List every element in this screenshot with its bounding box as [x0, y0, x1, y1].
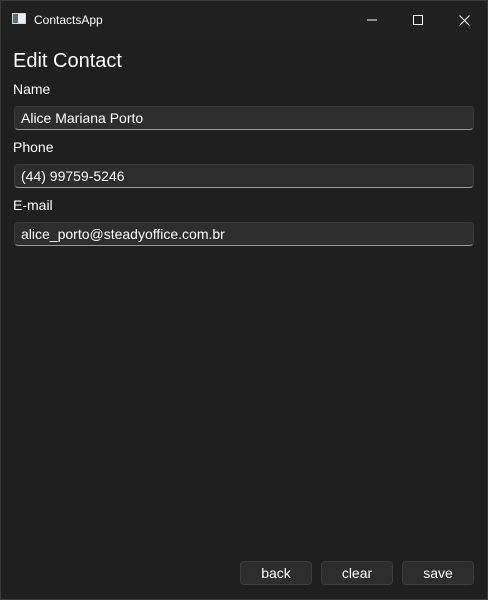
close-icon: [458, 14, 470, 26]
maximize-icon: [413, 15, 423, 25]
app-window: ContactsApp Edit Contact Name Phone E-ma…: [0, 0, 488, 600]
page-title: Edit Contact: [13, 50, 122, 72]
back-button[interactable]: back: [240, 561, 312, 585]
maximize-button[interactable]: [395, 1, 441, 39]
email-label: E-mail: [13, 197, 53, 213]
phone-label: Phone: [13, 139, 54, 155]
email-field[interactable]: [14, 222, 474, 246]
edit-contact-form: Edit Contact Name Phone E-mail back clea…: [1, 39, 487, 599]
phone-field[interactable]: [14, 164, 474, 188]
minimize-icon: [367, 19, 377, 21]
save-button[interactable]: save: [402, 561, 474, 585]
minimize-button[interactable]: [349, 1, 395, 39]
title-bar[interactable]: ContactsApp: [1, 1, 487, 39]
close-button[interactable]: [441, 1, 487, 39]
clear-button[interactable]: clear: [321, 561, 393, 585]
window-title: ContactsApp: [34, 13, 103, 27]
app-window-icon: [12, 13, 26, 24]
name-field[interactable]: [14, 106, 474, 130]
name-label: Name: [13, 81, 51, 97]
